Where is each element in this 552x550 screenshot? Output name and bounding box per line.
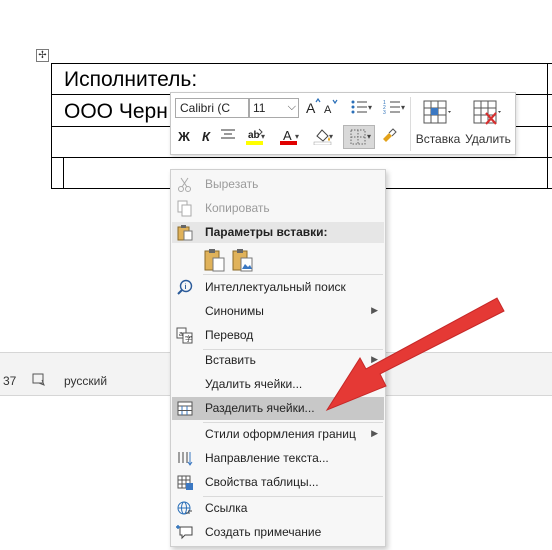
grow-font-icon: A xyxy=(306,97,321,116)
menu-item-label: Синонимы xyxy=(205,304,264,318)
font-color-button[interactable]: A ▾ xyxy=(275,127,303,147)
menu-item-label: Создать примечание xyxy=(205,525,322,539)
menu-item-label: Интеллектуальный поиск xyxy=(205,280,346,294)
submenu-arrow-icon: ▶ xyxy=(371,428,378,438)
paste-picture-icon[interactable] xyxy=(231,248,255,272)
svg-text:A: A xyxy=(324,104,332,116)
table-cell-performer[interactable]: Исполнитель: xyxy=(64,67,197,93)
smart-lookup-icon: i xyxy=(177,279,193,295)
shrink-font-button[interactable]: A xyxy=(323,98,339,118)
shrink-font-icon: A xyxy=(324,99,338,116)
table-cell-company[interactable]: ООО Черн xyxy=(64,99,168,125)
chevron-down-icon: ▾ xyxy=(368,103,373,112)
chevron-down-icon: ▾ xyxy=(401,103,406,112)
format-painter-icon xyxy=(383,128,397,142)
format-painter-button[interactable] xyxy=(379,127,399,147)
toolbar-divider xyxy=(410,97,411,151)
font-size-value: 11 xyxy=(253,101,266,115)
svg-text:i: i xyxy=(185,284,187,291)
status-language[interactable]: русский xyxy=(64,374,107,388)
paste-keep-formatting-icon[interactable] xyxy=(203,248,227,272)
scissors-icon xyxy=(178,177,191,192)
menu-item-label: Удалить ячейки... xyxy=(205,377,303,391)
menu-item-label: Вырезать xyxy=(205,177,259,191)
chevron-down-icon: ▾ xyxy=(329,132,334,141)
translate-icon: a 字 xyxy=(176,327,193,344)
submenu-arrow-icon: ▶ xyxy=(371,354,378,364)
shading-button[interactable]: ▾ xyxy=(309,127,337,147)
chevron-down-icon: ▾ xyxy=(261,132,266,141)
align-center-icon xyxy=(221,129,235,139)
text-direction-icon xyxy=(178,452,193,466)
menu-item-synonyms[interactable]: Синонимы ▶ xyxy=(172,300,384,323)
menu-item-label: Ссылка xyxy=(205,501,248,515)
chevron-down-icon: ▾ xyxy=(367,132,372,141)
grow-font-button[interactable]: A xyxy=(305,97,321,118)
menu-item-label: Копировать xyxy=(205,201,270,215)
link-icon xyxy=(177,501,192,515)
submenu-arrow-icon: ▶ xyxy=(371,305,378,315)
chevron-down-icon: ▾ xyxy=(295,132,300,141)
table-border-top xyxy=(51,63,552,64)
table-move-handle[interactable]: ✢ xyxy=(36,49,49,62)
svg-text:a: a xyxy=(179,331,183,338)
mini-toolbar: Calibri (С 11 ⌵ A A ▾ 1 2 3 ▾ Ж К ab ▾ A… xyxy=(170,92,516,155)
borders-icon xyxy=(350,129,366,145)
menu-item-table-properties[interactable]: Свойства таблицы... xyxy=(172,471,384,494)
svg-text:A: A xyxy=(306,100,316,116)
delete-button[interactable]: Удалить xyxy=(465,97,511,151)
borders-button[interactable]: ▾ xyxy=(343,125,375,149)
menu-item-label: Разделить ячейки... xyxy=(205,401,315,415)
menu-item-label: Вставить xyxy=(205,353,256,367)
svg-text:字: 字 xyxy=(185,334,192,343)
menu-item-new-comment[interactable]: Создать примечание xyxy=(172,521,384,544)
table-border-right xyxy=(547,63,548,189)
chevron-down-icon: ⌵ xyxy=(287,101,296,113)
menu-separator xyxy=(203,274,383,275)
menu-item-copy[interactable]: Копировать xyxy=(172,197,384,220)
numbering-button[interactable]: 1 2 3 ▾ xyxy=(379,98,409,118)
menu-item-label: Направление текста... xyxy=(205,451,329,465)
menu-item-label: Свойства таблицы... xyxy=(205,475,319,489)
clipboard-icon xyxy=(177,225,193,241)
copy-icon xyxy=(177,200,192,217)
bullets-button[interactable]: ▾ xyxy=(346,98,376,118)
table-border-left xyxy=(51,63,52,189)
table-properties-icon xyxy=(177,475,193,490)
svg-text:3: 3 xyxy=(383,110,386,116)
font-size-box[interactable]: 11 ⌵ xyxy=(249,98,299,118)
menu-item-label: Стили оформления границ xyxy=(205,427,356,441)
menu-item-insert[interactable]: Вставить ▶ xyxy=(172,349,384,372)
menu-item-text-direction[interactable]: Направление текста... xyxy=(172,447,384,470)
menu-item-cut[interactable]: Вырезать xyxy=(172,173,384,196)
menu-item-delete-cells[interactable]: Удалить ячейки... xyxy=(172,373,384,396)
table-border xyxy=(51,157,552,158)
new-comment-icon xyxy=(176,525,193,540)
menu-item-link[interactable]: Ссылка xyxy=(172,497,384,520)
delete-table-icon xyxy=(473,100,501,125)
menu-item-split-cells[interactable]: Разделить ячейки... xyxy=(172,397,384,420)
split-cells-icon xyxy=(177,401,193,416)
center-align-button[interactable] xyxy=(219,127,237,147)
menu-item-translate[interactable]: a 字 Перевод xyxy=(172,324,384,347)
table-inner-border xyxy=(63,157,64,189)
insert-table-icon xyxy=(423,100,451,124)
delete-label: Удалить xyxy=(465,132,511,146)
menu-item-border-styles[interactable]: Стили оформления границ ▶ xyxy=(172,423,384,446)
context-menu: Вырезать Копировать Параметры вставки: i… xyxy=(170,169,386,547)
paste-options-header: Параметры вставки: xyxy=(172,222,384,243)
font-name-box[interactable]: Calibri (С xyxy=(175,98,249,118)
insert-label: Вставка xyxy=(415,132,461,146)
status-word-count[interactable]: 37 xyxy=(3,374,16,388)
proofing-icon[interactable] xyxy=(32,373,46,386)
menu-item-label: Перевод xyxy=(205,328,254,342)
svg-text:A: A xyxy=(283,128,292,143)
paste-options-label: Параметры вставки: xyxy=(205,225,328,239)
menu-item-smart-lookup[interactable]: i Интеллектуальный поиск xyxy=(172,276,384,299)
highlight-color-button[interactable]: ab ▾ xyxy=(241,127,269,147)
bold-button[interactable]: Ж xyxy=(177,127,191,147)
italic-button[interactable]: К xyxy=(199,127,213,147)
insert-button[interactable]: Вставка xyxy=(415,97,461,151)
